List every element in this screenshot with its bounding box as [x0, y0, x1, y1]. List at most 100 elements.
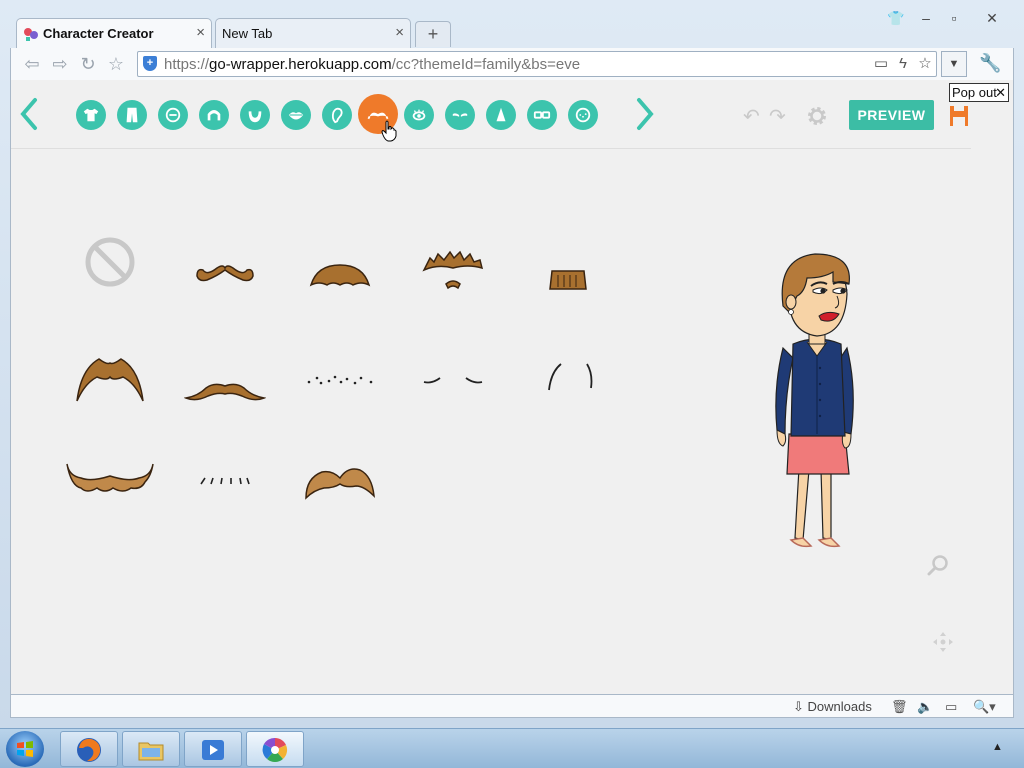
close-tab-icon[interactable]: ×: [395, 24, 404, 41]
redo-icon[interactable]: ↷: [769, 104, 786, 129]
mustache-toothbrush-icon: [549, 270, 587, 290]
flash-icon[interactable]: ϟ: [894, 55, 912, 73]
bookmark-star-icon[interactable]: ☆: [105, 53, 127, 75]
mustache-option[interactable]: [295, 350, 385, 410]
category-beard[interactable]: [240, 100, 270, 130]
mustache-option[interactable]: [408, 350, 498, 410]
start-button[interactable]: [6, 731, 44, 767]
browser-status-bar: ⇩ Downloads 🗑 🔈 ▭ 🔍▾: [10, 694, 1014, 718]
trash-icon[interactable]: 🗑: [891, 699, 908, 715]
url-scheme: https://: [164, 56, 210, 73]
zoom-status-icon[interactable]: 🔍▾: [973, 699, 996, 715]
mustache-option[interactable]: [180, 452, 270, 512]
browser-toolbar: ⇦ ⇨ ↻ ☆ + https://go-wrapper.herokuapp.c…: [10, 48, 1014, 80]
face-marks-icon: [575, 107, 591, 123]
mustache-option[interactable]: [65, 448, 155, 508]
category-ear[interactable]: [322, 100, 352, 130]
mustache-stubble-icon: [307, 375, 373, 385]
mustache-option[interactable]: [523, 346, 613, 406]
downloads-label: Downloads: [807, 699, 872, 714]
undo-icon[interactable]: ↶: [743, 104, 760, 129]
taskbar-media-player[interactable]: [184, 731, 242, 767]
mustache-option-none[interactable]: [65, 232, 155, 292]
forward-arrow-icon[interactable]: ⇨: [49, 53, 71, 75]
mustache-bushy-icon: [309, 264, 371, 287]
eyes-icon: [412, 109, 426, 121]
preview-button[interactable]: PREVIEW: [849, 100, 934, 130]
mustache-wide-wavy-icon: [66, 463, 154, 492]
category-face-marks[interactable]: [568, 100, 598, 130]
previous-category-arrow-icon[interactable]: [15, 94, 43, 134]
mustache-option[interactable]: [65, 350, 155, 410]
tab-title: Character Creator: [43, 26, 154, 41]
downloads-link[interactable]: ⇩ Downloads: [793, 699, 872, 715]
mustache-handlebar-icon: [184, 383, 266, 401]
maximize-icon[interactable]: ▫: [944, 10, 964, 26]
move-arrows-icon[interactable]: [931, 630, 955, 654]
category-face-shape[interactable]: [158, 100, 188, 130]
blocked-popup-icon[interactable]: ▭: [872, 55, 890, 73]
close-window-icon[interactable]: ✕: [982, 10, 1002, 26]
none-icon: [85, 237, 135, 287]
taskbar-file-explorer[interactable]: [122, 731, 180, 767]
browser-window: Character Creator × New Tab × + 👕 – ▫ ✕ …: [0, 0, 1024, 728]
character-preview: [775, 253, 854, 548]
category-bar: ↶ ↷ PREVIEW: [11, 80, 971, 149]
url-text[interactable]: https://go-wrapper.herokuapp.com/cc?them…: [164, 56, 580, 73]
back-arrow-icon[interactable]: ⇦: [21, 53, 43, 75]
bookmark-star-icon[interactable]: ☆: [916, 55, 934, 73]
close-tab-icon[interactable]: ×: [196, 24, 205, 41]
category-hair[interactable]: [199, 100, 229, 130]
ear-icon: [331, 107, 343, 124]
mustache-walrus-icon: [305, 468, 375, 500]
tray-expand-icon[interactable]: ▲: [992, 741, 1003, 753]
face-shape-icon: [165, 107, 181, 123]
category-eyebrows[interactable]: [445, 100, 475, 130]
mustache-option[interactable]: [295, 452, 385, 512]
category-shirt[interactable]: [76, 100, 106, 130]
category-glasses[interactable]: [527, 100, 557, 130]
settings-gear-icon[interactable]: [805, 104, 829, 128]
lips-icon: [288, 112, 304, 120]
mustache-horseshoe-icon: [76, 358, 144, 402]
category-lips[interactable]: [281, 100, 311, 130]
new-tab-button[interactable]: +: [415, 21, 451, 47]
glasses-icon: [533, 111, 551, 119]
taskbar-firefox[interactable]: [60, 731, 118, 767]
zoom-magnifier-icon[interactable]: [927, 554, 949, 576]
mustache-option[interactable]: [408, 240, 498, 300]
category-nose[interactable]: [486, 100, 516, 130]
windows-logo-icon: [17, 741, 33, 757]
pop-out-tooltip[interactable]: Pop out ✕: [949, 83, 1009, 102]
hair-icon: [207, 110, 221, 121]
minimize-icon[interactable]: –: [916, 10, 936, 26]
profile-shirt-icon[interactable]: 👕: [886, 10, 906, 26]
mustache-option[interactable]: [295, 246, 385, 306]
address-dropdown-button[interactable]: ▼: [941, 51, 967, 77]
reload-icon[interactable]: ↻: [77, 53, 99, 75]
pop-out-label: Pop out: [952, 85, 997, 100]
tab-character-creator[interactable]: Character Creator ×: [16, 18, 212, 48]
taskbar-browser[interactable]: [246, 731, 304, 767]
save-icon[interactable]: [949, 105, 969, 127]
tab-new-tab[interactable]: New Tab ×: [215, 18, 411, 48]
address-bar[interactable]: + https://go-wrapper.herokuapp.com/cc?th…: [137, 51, 937, 77]
firefox-icon: [77, 738, 101, 762]
mustache-option[interactable]: [523, 250, 613, 310]
speaker-icon[interactable]: 🔈: [917, 699, 933, 715]
tab-strip: Character Creator × New Tab × + 👕 – ▫ ✕: [0, 0, 1024, 48]
window-icon[interactable]: ▭: [945, 699, 957, 715]
media-player-icon: [202, 740, 224, 760]
category-pants[interactable]: [117, 100, 147, 130]
wrench-menu-icon[interactable]: 🔧: [979, 53, 1001, 74]
mustache-curly-icon: [196, 265, 254, 282]
eyebrows-icon: [452, 113, 468, 117]
mustache-option[interactable]: [180, 243, 270, 303]
nose-icon: [496, 107, 506, 122]
url-path: /cc?themeId=family&bs=eve: [391, 56, 581, 73]
tab-title: New Tab: [222, 26, 273, 41]
mustache-option[interactable]: [180, 360, 270, 420]
next-category-arrow-icon[interactable]: [631, 94, 659, 134]
category-eyes[interactable]: [404, 100, 434, 130]
close-popout-icon[interactable]: ✕: [995, 84, 1006, 101]
